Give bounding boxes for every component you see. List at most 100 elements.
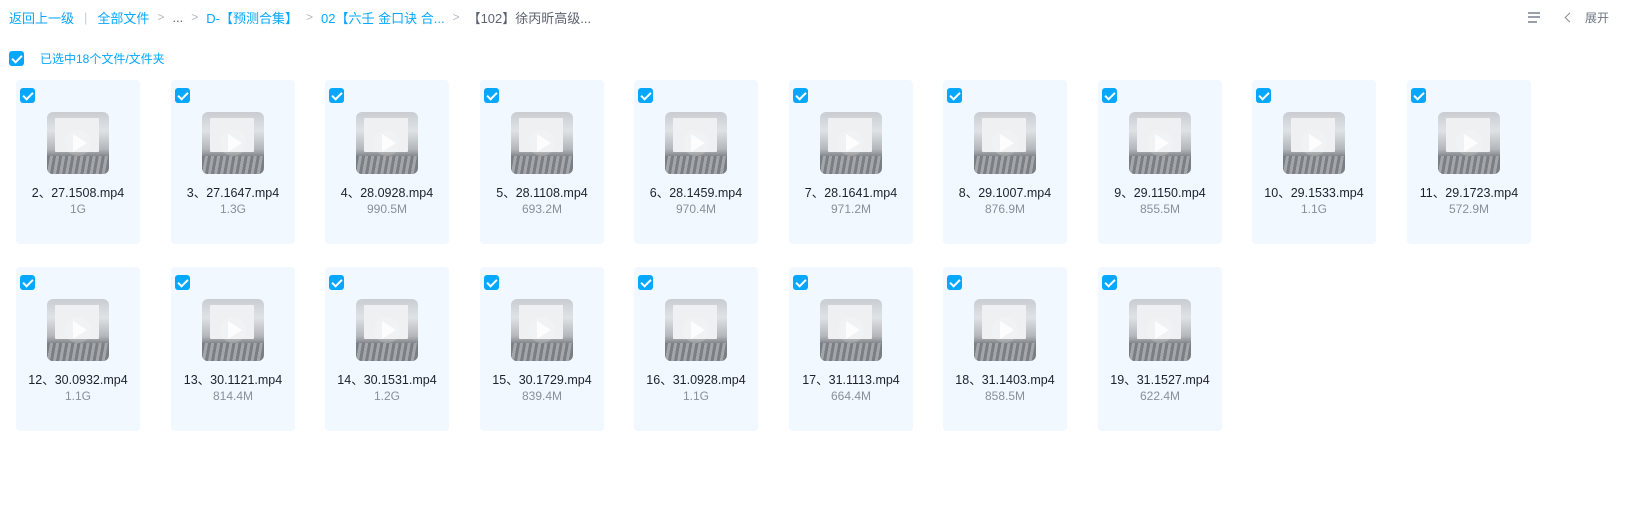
thumbnail-floor [1129, 343, 1191, 361]
file-checkbox[interactable] [1102, 88, 1117, 103]
file-card[interactable]: 14、30.1531.mp4 1.2G [325, 267, 449, 431]
video-thumbnail[interactable] [820, 299, 882, 361]
file-size: 1.3G [219, 202, 246, 216]
play-icon [228, 321, 242, 339]
file-checkbox[interactable] [793, 88, 808, 103]
video-thumbnail[interactable] [665, 299, 727, 361]
video-thumbnail[interactable] [202, 299, 264, 361]
file-card[interactable]: 18、31.1403.mp4 858.5M [943, 267, 1067, 431]
breadcrumb-all-files[interactable]: 全部文件 [97, 8, 149, 27]
select-all-checkbox[interactable] [9, 51, 24, 66]
file-name[interactable]: 13、30.1121.mp4 [161, 369, 305, 388]
file-size: 990.5M [366, 202, 408, 216]
back-link[interactable]: 返回上一级 [9, 8, 74, 27]
thumbnail-floor [356, 343, 418, 361]
file-checkbox[interactable] [1102, 275, 1117, 290]
file-checkbox[interactable] [175, 275, 190, 290]
play-icon [691, 321, 705, 339]
file-checkbox[interactable] [947, 275, 962, 290]
file-card[interactable]: 9、29.1150.mp4 855.5M [1098, 80, 1222, 244]
video-thumbnail[interactable] [47, 112, 109, 174]
file-name[interactable]: 15、30.1729.mp4 [470, 369, 614, 388]
thumbnail-floor [1438, 156, 1500, 174]
file-name[interactable]: 12、30.0932.mp4 [6, 369, 150, 388]
file-name[interactable]: 7、28.1641.mp4 [779, 182, 923, 201]
file-name[interactable]: 17、31.1113.mp4 [779, 369, 923, 388]
file-name[interactable]: 4、28.0928.mp4 [315, 182, 459, 201]
video-thumbnail[interactable] [511, 299, 573, 361]
breadcrumb-separator-icon: > [191, 10, 199, 24]
thumbnail-floor [511, 343, 573, 361]
video-thumbnail[interactable] [356, 299, 418, 361]
video-thumbnail[interactable] [356, 112, 418, 174]
file-name[interactable]: 2、27.1508.mp4 [6, 182, 150, 201]
thumbnail-floor [820, 343, 882, 361]
file-card[interactable]: 11、29.1723.mp4 572.9M [1407, 80, 1531, 244]
file-checkbox[interactable] [1411, 88, 1426, 103]
play-icon [228, 134, 242, 152]
video-thumbnail[interactable] [974, 299, 1036, 361]
file-name[interactable]: 16、31.0928.mp4 [624, 369, 768, 388]
file-card[interactable]: 7、28.1641.mp4 971.2M [789, 80, 913, 244]
file-name[interactable]: 14、30.1531.mp4 [315, 369, 459, 388]
file-name[interactable]: 9、29.1150.mp4 [1088, 182, 1232, 201]
breadcrumb-ellipsis[interactable]: ... [172, 10, 183, 25]
breadcrumb-divider: | [84, 9, 88, 25]
file-name[interactable]: 6、28.1459.mp4 [624, 182, 768, 201]
file-card[interactable]: 10、29.1533.mp4 1.1G [1252, 80, 1376, 244]
chevron-left-icon[interactable] [1564, 12, 1575, 22]
file-checkbox[interactable] [484, 275, 499, 290]
file-name[interactable]: 10、29.1533.mp4 [1242, 182, 1386, 201]
file-checkbox[interactable] [947, 88, 962, 103]
file-checkbox[interactable] [329, 275, 344, 290]
file-card[interactable]: 5、28.1108.mp4 693.2M [480, 80, 604, 244]
file-card[interactable]: 3、27.1647.mp4 1.3G [171, 80, 295, 244]
file-checkbox[interactable] [638, 88, 653, 103]
video-thumbnail[interactable] [820, 112, 882, 174]
file-name[interactable]: 19、31.1527.mp4 [1088, 369, 1232, 388]
play-icon [691, 134, 705, 152]
file-name[interactable]: 11、29.1723.mp4 [1397, 182, 1541, 201]
file-card[interactable]: 13、30.1121.mp4 814.4M [171, 267, 295, 431]
file-checkbox[interactable] [20, 275, 35, 290]
video-thumbnail[interactable] [665, 112, 727, 174]
file-card[interactable]: 4、28.0928.mp4 990.5M [325, 80, 449, 244]
file-name[interactable]: 3、27.1647.mp4 [161, 182, 305, 201]
file-card[interactable]: 16、31.0928.mp4 1.1G [634, 267, 758, 431]
breadcrumb-folder-liuren[interactable]: 02【六壬 金口诀 合... [321, 8, 445, 27]
video-thumbnail[interactable] [974, 112, 1036, 174]
breadcrumb-current-folder: 【102】徐丙昕高级... [467, 10, 592, 26]
file-checkbox[interactable] [638, 275, 653, 290]
file-card[interactable]: 8、29.1007.mp4 876.9M [943, 80, 1067, 244]
file-card[interactable]: 19、31.1527.mp4 622.4M [1098, 267, 1222, 431]
thumbnail-floor [1283, 156, 1345, 174]
thumbnail-floor [511, 156, 573, 174]
video-thumbnail[interactable] [202, 112, 264, 174]
video-thumbnail[interactable] [511, 112, 573, 174]
video-thumbnail[interactable] [1283, 112, 1345, 174]
file-checkbox[interactable] [175, 88, 190, 103]
video-thumbnail[interactable] [1438, 112, 1500, 174]
file-card[interactable]: 15、30.1729.mp4 839.4M [480, 267, 604, 431]
breadcrumb-folder-prediction[interactable]: D-【预测合集】 [206, 8, 298, 27]
video-thumbnail[interactable] [47, 299, 109, 361]
thumbnail-floor [665, 156, 727, 174]
expand-button[interactable]: 展开 [1585, 9, 1609, 26]
file-checkbox[interactable] [1256, 88, 1271, 103]
file-card[interactable]: 12、30.0932.mp4 1.1G [16, 267, 140, 431]
file-checkbox[interactable] [484, 88, 499, 103]
file-checkbox[interactable] [793, 275, 808, 290]
file-size: 970.4M [675, 202, 717, 216]
file-card[interactable]: 2、27.1508.mp4 1G [16, 80, 140, 244]
video-thumbnail[interactable] [1129, 299, 1191, 361]
file-checkbox[interactable] [329, 88, 344, 103]
file-name[interactable]: 18、31.1403.mp4 [933, 369, 1077, 388]
file-size: 1.1G [64, 389, 91, 403]
file-card[interactable]: 6、28.1459.mp4 970.4M [634, 80, 758, 244]
file-name[interactable]: 5、28.1108.mp4 [470, 182, 614, 201]
file-checkbox[interactable] [20, 88, 35, 103]
list-view-icon[interactable] [1527, 11, 1542, 23]
file-name[interactable]: 8、29.1007.mp4 [933, 182, 1077, 201]
file-card[interactable]: 17、31.1113.mp4 664.4M [789, 267, 913, 431]
video-thumbnail[interactable] [1129, 112, 1191, 174]
